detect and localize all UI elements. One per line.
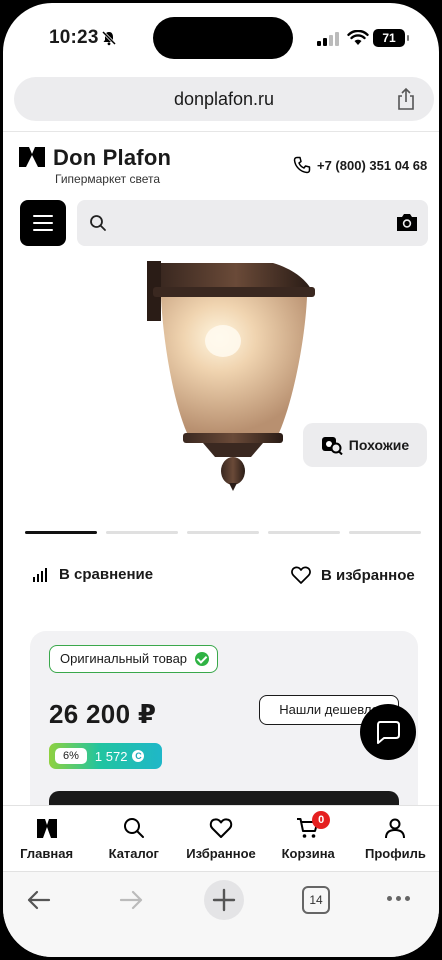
phone-screen: 10:23 71 donplafon.ru Don Plafon Гиперма…: [0, 0, 442, 960]
original-badge-label: Оригинальный товар: [60, 651, 188, 666]
pagination-dot[interactable]: [187, 531, 259, 534]
nav-home-label: Главная: [20, 846, 74, 861]
browser-toolbar: 14: [3, 871, 439, 957]
pagination-dot-active[interactable]: [25, 531, 97, 534]
new-tab-button[interactable]: [204, 880, 244, 920]
nav-catalog-label: Каталог: [108, 846, 159, 861]
heart-icon: [209, 818, 233, 838]
site-logo[interactable]: Don Plafon Гипермаркет света: [19, 145, 171, 186]
logo-mark-icon: [19, 147, 45, 167]
product-price: 26 200 ₽: [49, 699, 157, 729]
heart-icon: [291, 566, 311, 584]
back-arrow-icon[interactable]: [25, 888, 53, 912]
status-bar: 10:23 71: [3, 3, 439, 73]
wifi-icon: [347, 30, 369, 45]
cart-count-badge: 0: [312, 811, 331, 829]
menu-button[interactable]: [20, 200, 66, 246]
phone-link[interactable]: +7 (800) 351 04 68: [293, 156, 427, 174]
bell-muted-icon: [101, 30, 117, 46]
dynamic-island: [153, 17, 293, 59]
search-box[interactable]: [77, 200, 428, 246]
chat-button[interactable]: [360, 704, 416, 760]
chat-bubble-icon: [377, 721, 400, 744]
pagination-dot[interactable]: [349, 531, 421, 534]
user-icon: [385, 818, 406, 839]
logo-name: Don Plafon: [53, 145, 172, 170]
add-to-favorites-button[interactable]: В избранное: [291, 566, 415, 584]
bonus-value: 1 572: [94, 748, 128, 764]
check-circle-icon: [195, 652, 210, 666]
plus-icon: [212, 888, 236, 912]
nav-profile-label: Профиль: [364, 846, 426, 861]
phone-number: +7 (800) 351 04 68: [317, 157, 428, 173]
status-time: 10:23: [49, 27, 99, 48]
forward-arrow-icon[interactable]: [117, 888, 145, 912]
camera-icon[interactable]: [396, 212, 418, 232]
phone-icon: [293, 156, 311, 174]
nav-favorites-label: Избранное: [186, 846, 256, 861]
nav-catalog[interactable]: Каталог: [90, 806, 177, 871]
image-pagination: [25, 531, 421, 534]
favorite-label: В избранное: [321, 566, 415, 584]
header-divider: [3, 131, 439, 132]
pagination-dot[interactable]: [106, 531, 178, 534]
compare-bars-icon: [33, 567, 47, 582]
battery-indicator: 71: [373, 29, 409, 47]
url-text: donplafon.ru: [173, 88, 275, 109]
home-logo-icon: [36, 819, 57, 838]
similar-search-icon: [321, 437, 343, 455]
pagination-dot[interactable]: [268, 531, 340, 534]
bottom-navigation: Главная Каталог Избранное 0 Корзина Проф…: [3, 805, 439, 871]
more-options-icon[interactable]: [387, 896, 410, 901]
search-input[interactable]: [117, 200, 384, 246]
bonus-coin-icon: С: [132, 750, 145, 762]
share-icon[interactable]: [396, 87, 416, 111]
compare-label: В сравнение: [59, 566, 154, 583]
nav-profile[interactable]: Профиль: [352, 806, 439, 871]
search-icon: [90, 215, 106, 231]
nav-home[interactable]: Главная: [3, 806, 90, 871]
similar-products-button[interactable]: Похожие: [303, 423, 427, 467]
product-image[interactable]: [143, 261, 323, 493]
nav-cart[interactable]: 0 Корзина: [265, 806, 352, 871]
similar-label: Похожие: [348, 437, 410, 453]
url-bar[interactable]: donplafon.ru: [14, 77, 434, 121]
original-product-badge: Оригинальный товар: [49, 645, 219, 673]
nav-cart-label: Корзина: [281, 846, 335, 861]
bonus-percent: 6%: [55, 748, 87, 764]
search-icon: [123, 818, 144, 838]
bonus-badge: 6% 1 572 С: [49, 743, 162, 769]
nav-favorites[interactable]: Избранное: [177, 806, 264, 871]
cellular-signal-icon: [317, 32, 339, 46]
add-to-compare-button[interactable]: В сравнение: [33, 566, 153, 583]
tabs-button[interactable]: 14: [302, 886, 330, 914]
logo-tagline: Гипермаркет света: [55, 172, 161, 186]
